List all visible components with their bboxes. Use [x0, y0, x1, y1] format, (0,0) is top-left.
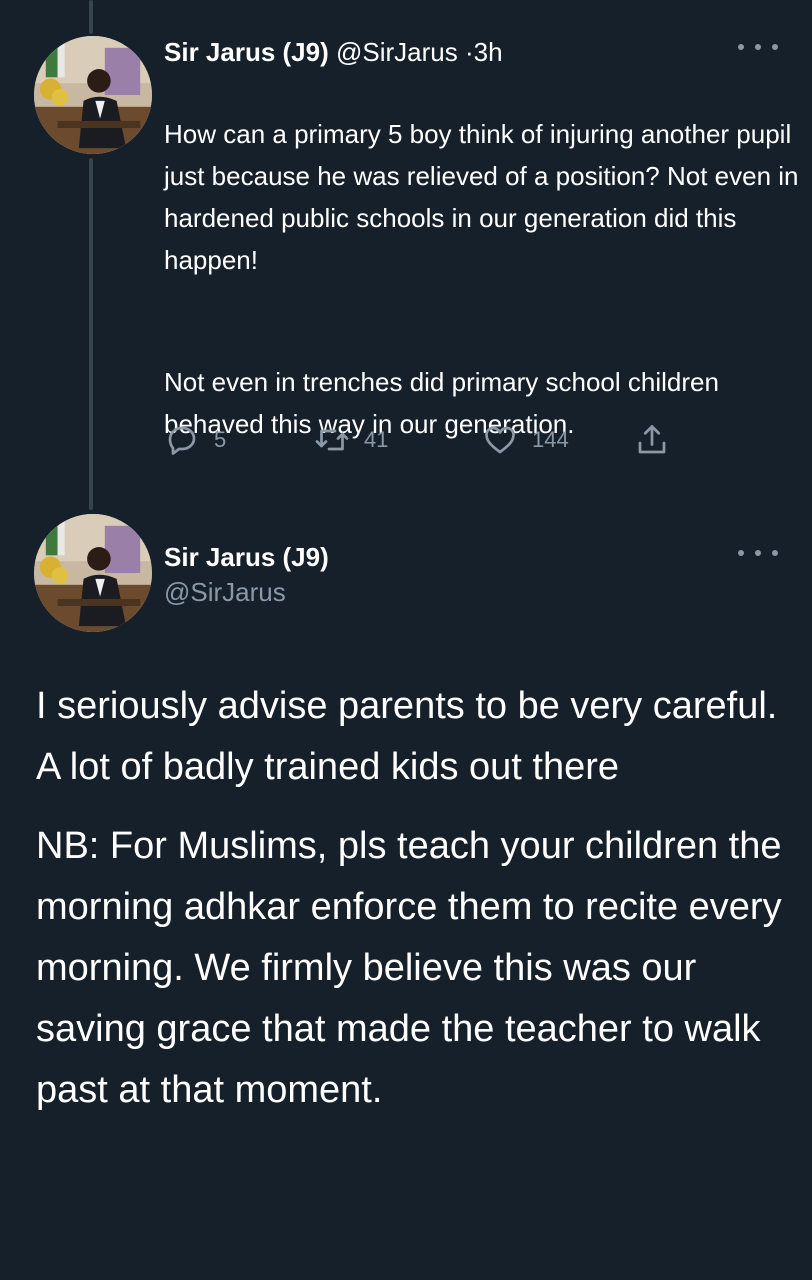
reply-icon: [168, 426, 196, 455]
share-button[interactable]: [634, 422, 670, 458]
author-handle[interactable]: @SirJarus: [164, 574, 329, 610]
like-button[interactable]: 144: [482, 422, 569, 458]
tweet-paragraph: I seriously advise parents to be very ca…: [36, 685, 778, 788]
tweet[interactable]: Sir Jarus (J9) @SirJarus ·3h How can a p…: [164, 34, 804, 487]
like-icon: [485, 426, 515, 454]
reply-count: 5: [214, 427, 227, 452]
profile-photo: [34, 36, 152, 154]
tweet-paragraph: How can a primary 5 boy think of injurin…: [164, 119, 799, 275]
separator: ·: [464, 37, 474, 67]
profile-photo: [34, 514, 152, 632]
tweet-actions: 5 41 144: [164, 422, 684, 462]
author-name[interactable]: Sir Jarus (J9): [164, 540, 329, 574]
thread-line: [89, 0, 93, 34]
tweet-header: Sir Jarus (J9) @SirJarus: [164, 540, 329, 610]
timestamp[interactable]: 3h: [474, 37, 503, 67]
avatar[interactable]: [34, 36, 152, 154]
share-icon: [638, 425, 666, 454]
more-icon[interactable]: [738, 546, 778, 560]
thread-line: [89, 158, 93, 510]
tweet-header: Sir Jarus (J9) @SirJarus ·3h: [164, 34, 804, 70]
tweet-text: I seriously advise parents to be very ca…: [36, 676, 796, 1121]
author-name[interactable]: Sir Jarus (J9): [164, 37, 329, 67]
reply-button[interactable]: 5: [164, 422, 226, 458]
retweet-icon: [315, 429, 349, 451]
retweet-button[interactable]: 41: [314, 422, 388, 458]
author-handle[interactable]: @SirJarus: [336, 37, 458, 67]
like-count: 144: [532, 427, 569, 452]
retweet-count: 41: [364, 427, 389, 452]
tweet-paragraph: NB: For Muslims, pls teach your children…: [36, 825, 782, 1111]
avatar[interactable]: [34, 514, 152, 632]
